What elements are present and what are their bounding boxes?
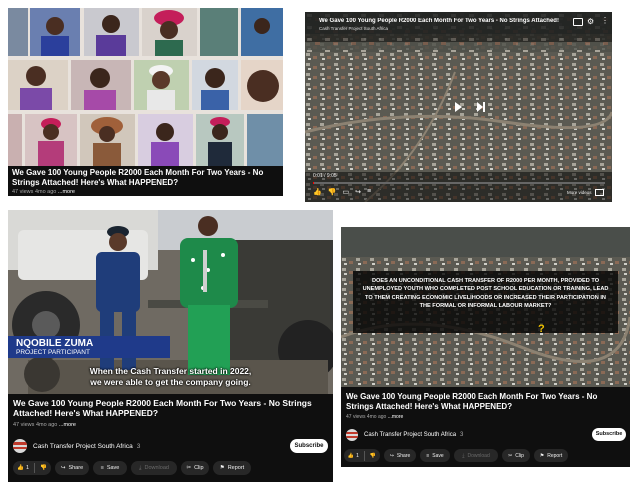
video-title[interactable]: We Gave 100 Young People R2000 Each Mont… [346,392,625,412]
download-button[interactable]: ⤓ Download [454,449,498,462]
subscribe-button[interactable]: Subscribe [290,439,328,453]
video-meta: 47 views 4mo ago ...more [13,422,328,428]
flag-icon: ⚑ [539,452,545,459]
like-count: 1 [356,452,359,459]
like-icon[interactable]: 👍 [313,188,322,196]
upload-age: 4mo ago [34,188,57,195]
share-arrow-icon: ↪ [389,452,394,459]
player-title[interactable]: We Gave 100 Young People R2000 Each Mont… [319,18,559,24]
channel-name[interactable]: Cash Transfer Project South Africa [33,443,133,450]
view-count: 47 views [13,421,35,428]
save-playlist-icon: ≡ [100,465,104,471]
view-count: 47 views [346,413,366,420]
view-count: 47 views [12,188,34,195]
clip-button[interactable]: ✂ Clip [181,461,209,475]
question-mark-icon: ? [538,323,545,335]
progress-played [313,182,314,184]
scissors-icon: ✂ [508,452,513,459]
more-link[interactable]: ...more [59,422,76,428]
channel-avatar[interactable] [13,439,27,453]
time-display: 0:01 / 9:05 [313,173,337,179]
more-options-icon[interactable]: ⋮ [601,16,609,25]
lower-third: NQOBILE ZUMA PROJECT PARTICIPANT [8,336,170,358]
thumbs-up-icon[interactable]: 👍 [348,453,354,459]
save-playlist-icon: ≡ [426,452,430,459]
video-meta: 47 views 4mo ago ...more [346,414,625,420]
video-frame[interactable]: NQOBILE ZUMA PROJECT PARTICIPANT When th… [8,210,333,394]
video-player-top-right[interactable]: We Gave 100 Young People R2000 Each Mont… [305,12,612,202]
scissors-icon: ✂ [186,465,192,471]
report-button[interactable]: ⚑ Report [534,449,568,462]
lower-third-name: NQOBILE ZUMA [16,338,94,349]
lower-third-role: PROJECT PARTICIPANT [16,349,90,356]
save-button[interactable]: ≡ Save [93,461,127,475]
download-icon: ⤓ [139,464,142,471]
video-card-bottom-left[interactable]: NQOBILE ZUMA PROJECT PARTICIPANT When th… [8,210,333,482]
clip-button[interactable]: ✂ Clip [502,449,530,462]
player-controls: 👍 👎 ▭ ↪ ≡ [313,188,371,196]
fullscreen-icon[interactable] [595,189,604,196]
like-dislike-group[interactable]: 👍 1 👎 [344,449,380,462]
play-icon[interactable] [455,102,462,112]
portrait-collage-image [8,8,283,166]
channel-avatar[interactable] [346,429,358,441]
upload-age: 4mo ago [35,421,58,428]
video-thumbnail-collage[interactable] [8,8,283,166]
save-button[interactable]: ≡ Save [420,449,450,462]
settings-icon[interactable]: ⚙ [587,17,594,26]
upload-age: 4mo ago [366,413,387,420]
more-link[interactable]: ...more [58,189,75,195]
video-title[interactable]: We Gave 100 Young People R2000 Each Mont… [12,168,279,188]
subscribe-button[interactable]: Subscribe [592,428,626,441]
question-text: DOES AN UNCONDITIONAL CASH TRANSFER OF R… [362,278,609,310]
video-title[interactable]: We Gave 100 Young People R2000 Each Mont… [13,398,328,419]
video-card-bottom-right[interactable]: DOES AN UNCONDITIONAL CASH TRANSFER OF R… [341,227,630,467]
download-icon: ⤓ [462,452,465,459]
subscriber-count: 3 [136,442,141,450]
thumbs-down-icon[interactable]: 👎 [370,453,376,459]
channel-name[interactable]: Cash Transfer Project South Africa [364,432,456,438]
share-button[interactable]: ↪ Share [384,449,416,462]
report-button[interactable]: ⚑ Report [213,461,251,475]
download-button[interactable]: ⤓ Download [131,461,177,475]
like-count: 1 [25,465,30,471]
share-arrow-icon: ↪ [60,465,66,471]
progress-bar[interactable] [313,182,605,184]
share-button[interactable]: ↪ Share [55,461,89,475]
dislike-icon[interactable]: 👎 [328,188,337,196]
caption-line-1: When the Cash Transfer started in 2022, [89,366,252,376]
video-frame[interactable]: DOES AN UNCONDITIONAL CASH TRANSFER OF R… [341,227,630,387]
like-dislike-group[interactable]: 👍 1 👎 [13,461,51,475]
more-videos-label[interactable]: More videos [567,190,592,195]
comment-icon[interactable]: ▭ [342,188,349,196]
more-link[interactable]: ...more [388,414,404,420]
caption-line-2: we were able to get the company going. [90,376,251,387]
caption-subtitle: When the Cash Transfer started in 2022, … [8,366,333,387]
cast-icon[interactable] [573,18,583,26]
thumbs-up-icon[interactable]: 👍 [17,465,24,471]
playlist-icon[interactable]: ≡ [367,188,371,196]
video-card-top-left[interactable]: We Gave 100 Young People R2000 Each Mont… [8,8,283,196]
video-meta: 47 views 4mo ago ...more [12,189,279,195]
player-channel: Cash Transfer Project South Africa [319,26,389,31]
flag-icon: ⚑ [219,465,225,471]
share-icon[interactable]: ↪ [355,188,361,196]
thumbs-down-icon[interactable]: 👎 [40,465,47,471]
subscriber-count: 3 [460,432,464,438]
